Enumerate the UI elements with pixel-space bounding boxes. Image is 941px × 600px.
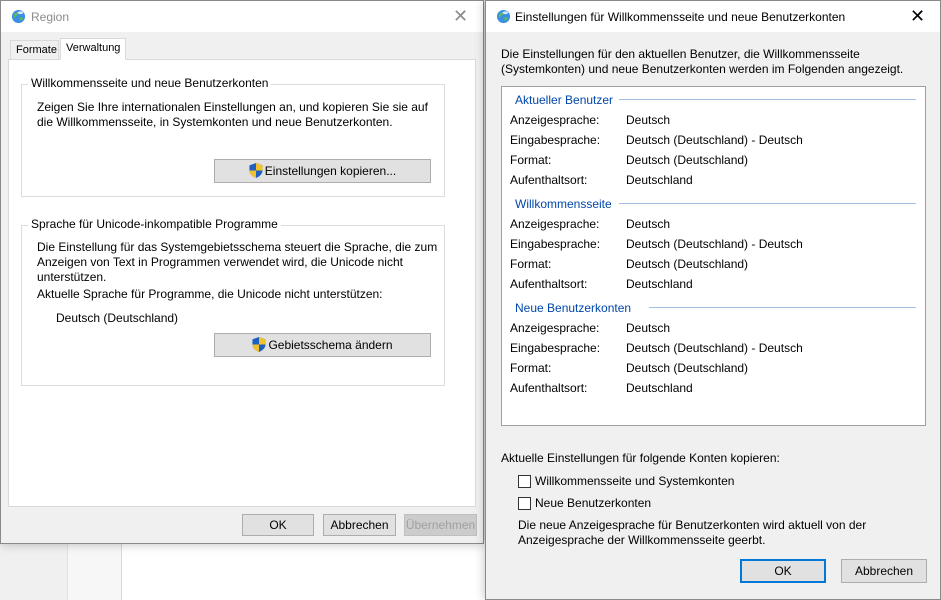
region-window: Region ✕ Formate Verwaltung Willkommenss… xyxy=(0,0,484,544)
change-locale-button[interactable]: Gebietsschema ändern xyxy=(214,333,431,357)
row-label: Anzeigesprache: xyxy=(510,217,600,231)
group-description: Die Einstellung für das Systemgebietssch… xyxy=(37,240,437,302)
checkbox-label[interactable]: Neue Benutzerkonten xyxy=(535,496,651,510)
section-divider xyxy=(619,99,916,100)
background-panel xyxy=(68,540,122,600)
section-divider xyxy=(619,203,916,204)
background-panel xyxy=(122,540,492,600)
row-label: Eingabesprache: xyxy=(510,341,601,355)
group-unicode-programs: Sprache für Unicode-inkompatible Program… xyxy=(21,217,445,386)
row-label: Aufenthaltsort: xyxy=(510,173,588,187)
row-value: Deutsch (Deutschland) - Deutsch xyxy=(626,237,803,251)
copy-settings-button[interactable]: Einstellungen kopieren... xyxy=(214,159,431,183)
group-description: Zeigen Sie Ihre internationalen Einstell… xyxy=(37,100,428,130)
tab-panel-verwaltung: Willkommensseite und neue Benutzerkonten… xyxy=(8,59,476,507)
note-line: Anzeigesprache der Willkommensseite geer… xyxy=(518,533,766,547)
cancel-button[interactable]: Abbrechen xyxy=(323,514,396,536)
row-label: Anzeigesprache: xyxy=(510,321,600,335)
description-line: unterstützen. xyxy=(37,270,107,284)
copy-label: Aktuelle Einstellungen für folgende Kont… xyxy=(501,451,780,465)
settings-dialog: Einstellungen für Willkommensseite und n… xyxy=(485,0,941,600)
tab-verwaltung[interactable]: Verwaltung xyxy=(60,38,126,60)
checkbox-label[interactable]: Willkommensseite und Systemkonten xyxy=(535,474,734,488)
description-line: Anzeigen von Text in Programmen verwende… xyxy=(37,255,403,269)
row-label: Format: xyxy=(510,153,552,167)
row-value: Deutsch (Deutschland) xyxy=(626,257,749,271)
intro-line: Die Einstellungen für den aktuellen Benu… xyxy=(501,47,860,61)
row-value: Deutsch (Deutschland) xyxy=(626,153,749,167)
section-title-new-accounts: Neue Benutzerkonten xyxy=(515,301,632,315)
row-label: Anzeigesprache: xyxy=(510,113,600,127)
row-value: Deutschland xyxy=(626,277,693,291)
close-icon[interactable]: ✕ xyxy=(895,1,940,32)
new-accounts-checkbox[interactable] xyxy=(518,497,531,510)
button-label: Gebietsschema ändern xyxy=(268,338,393,352)
tab-formate[interactable]: Formate xyxy=(10,40,59,60)
uac-shield-icon xyxy=(249,163,263,178)
close-icon[interactable]: ✕ xyxy=(438,1,483,32)
row-value: Deutschland xyxy=(626,173,693,187)
description-line: die Willkommensseite, in Systemkonten un… xyxy=(37,115,393,129)
row-value: Deutschland xyxy=(626,381,693,395)
group-title: Sprache für Unicode-inkompatible Program… xyxy=(28,217,281,231)
window-title: Region xyxy=(31,10,70,24)
ok-button[interactable]: OK xyxy=(242,514,314,536)
intro-line: (Systemkonten) und neue Benutzerkonten w… xyxy=(501,62,904,76)
globe-icon xyxy=(11,9,26,24)
row-value: Deutsch (Deutschland) - Deutsch xyxy=(626,341,803,355)
background-panel xyxy=(0,540,68,600)
row-label: Eingabesprache: xyxy=(510,237,601,251)
cancel-button[interactable]: Abbrechen xyxy=(841,559,927,583)
row-value: Deutsch (Deutschland) - Deutsch xyxy=(626,133,803,147)
row-label: Format: xyxy=(510,257,552,271)
description-line: Zeigen Sie Ihre internationalen Einstell… xyxy=(37,100,428,114)
globe-icon xyxy=(496,9,511,24)
row-label: Eingabesprache: xyxy=(510,133,601,147)
section-title-current-user: Aktueller Benutzer xyxy=(515,93,614,107)
group-title: Willkommensseite und neue Benutzerkonten xyxy=(28,76,272,90)
uac-shield-icon xyxy=(252,337,267,352)
row-value: Deutsch xyxy=(626,217,671,231)
settings-summary-box: Aktueller Benutzer Anzeigesprache: Deuts… xyxy=(501,86,926,426)
row-label: Aufenthaltsort: xyxy=(510,277,588,291)
title-bar[interactable]: Einstellungen für Willkommensseite und n… xyxy=(486,1,940,32)
section-title-welcome-screen: Willkommensseite xyxy=(515,197,612,211)
row-label: Aufenthaltsort: xyxy=(510,381,588,395)
apply-button[interactable]: Übernehmen xyxy=(404,514,477,536)
title-bar[interactable]: Region ✕ xyxy=(1,1,483,32)
current-locale-label: Aktuelle Sprache für Programme, die Unic… xyxy=(37,287,383,301)
row-label: Format: xyxy=(510,361,552,375)
row-value: Deutsch xyxy=(626,321,671,335)
ok-button[interactable]: OK xyxy=(740,559,826,583)
description-line: Die Einstellung für das Systemgebietssch… xyxy=(37,240,438,254)
window-title: Einstellungen für Willkommensseite und n… xyxy=(515,10,846,24)
note-line: Die neue Anzeigesprache für Benutzerkont… xyxy=(518,518,867,532)
inheritance-note: Die neue Anzeigesprache für Benutzerkont… xyxy=(518,518,866,548)
row-value: Deutsch (Deutschland) xyxy=(626,361,749,375)
intro-text: Die Einstellungen für den aktuellen Benu… xyxy=(501,47,903,77)
section-divider xyxy=(649,307,916,308)
welcome-system-checkbox[interactable] xyxy=(518,475,531,488)
row-value: Deutsch xyxy=(626,113,671,127)
button-label: Einstellungen kopieren... xyxy=(264,164,397,178)
group-welcome-screen: Willkommensseite und neue Benutzerkonten… xyxy=(21,76,445,197)
current-locale-value: Deutsch (Deutschland) xyxy=(56,311,179,325)
